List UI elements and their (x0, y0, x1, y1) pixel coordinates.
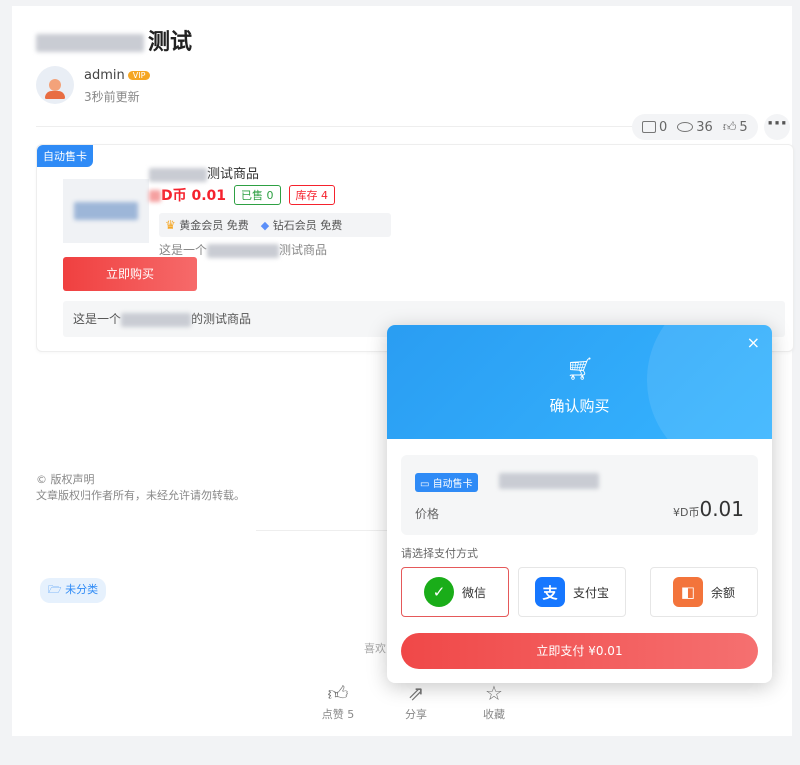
article-stats: 0 36 👍︎ 5 (632, 114, 758, 140)
price-value: 0.01 (191, 188, 227, 204)
desc-box-suffix: 的测试商品 (191, 312, 252, 326)
thumbs-up-icon: 👍︎ (327, 681, 349, 705)
sold-badge: 已售 0 (234, 185, 281, 205)
share-tip: 喜欢 (364, 642, 386, 655)
stock-badge: 库存 4 (288, 185, 336, 205)
cart-icon: 🛒︎ (566, 357, 594, 382)
redacted-thumbnail (74, 202, 138, 220)
pay-option-alipay[interactable]: 支支付宝 (518, 567, 626, 617)
pay-method-label: 请选择支付方式 (401, 547, 478, 560)
modal-header: × 🛒︎ 确认购买 (387, 325, 772, 439)
category-label: 未分类 (65, 583, 99, 596)
diamond-member-text: 钻石会员 免费 (272, 219, 343, 232)
pay-now-button[interactable]: 立即支付 ¥0.01 (401, 633, 758, 669)
copyright-notice: © 版权声明 文章版权归作者所有，未经允许请勿转载。 (36, 472, 245, 504)
folder-icon: 🗁︎ (48, 583, 66, 596)
more-button[interactable]: ··· (764, 114, 790, 140)
buy-now-button[interactable]: 立即购买 (63, 257, 197, 291)
category-tag[interactable]: 🗁︎ 未分类 (40, 578, 107, 603)
crown-icon: ♛ (165, 218, 176, 232)
redacted-desc-box (121, 312, 192, 327)
card-icon: ▭ (420, 479, 433, 490)
product-card: 自动售卡 测试商品 D币 0.01 已售 0 库存 4 ♛ 黄金会员 免费 ◆ … (36, 144, 794, 352)
copyright-title: © 版权声明 (36, 473, 95, 486)
product-name[interactable]: 测试商品 (149, 163, 259, 182)
author-name-row: admin VIP (84, 68, 151, 83)
redacted-currency (149, 190, 161, 202)
diamond-member-price: ◆ 钻石会员 免费 (261, 217, 342, 233)
updated-time: 3秒前更新 (84, 90, 140, 104)
modal-price-value: 0.01 (699, 497, 744, 521)
view-count: 36 (677, 120, 713, 135)
redacted-product-name (499, 473, 599, 489)
price-row: D币 0.01 已售 0 库存 4 (149, 185, 336, 205)
article-actions: 👍︎ 点赞 5 ⇗ 分享 ☆ 收藏 (316, 680, 516, 722)
like-label: 点赞 5 (321, 708, 355, 721)
gold-member-price: ♛ 黄金会员 免费 (165, 217, 249, 233)
product-thumbnail[interactable] (63, 179, 149, 243)
divider (36, 126, 636, 127)
alipay-label: 支付宝 (572, 585, 609, 600)
share-label: 分享 (405, 708, 427, 721)
wechat-label: 微信 (461, 585, 486, 600)
member-prices: ♛ 黄金会员 免费 ◆ 钻石会员 免费 (159, 213, 391, 237)
product-short-desc: 这是一个 测试商品 (159, 241, 327, 258)
author-name[interactable]: admin (84, 68, 125, 83)
pay-option-wechat[interactable]: ✓ 微信 (401, 567, 509, 617)
gold-member-text: 黄金会员 免费 (179, 219, 249, 232)
modal-price: ¥D币0.01 (673, 497, 744, 521)
product-tag: 自动售卡 (37, 145, 93, 167)
page-title: 测试 (36, 24, 192, 56)
modal-price-label: 价格 (415, 507, 440, 521)
like-count[interactable]: 👍︎ 5 (723, 120, 748, 135)
modal-product-box: ▭ 自动售卡 价格 ¥D币0.01 (401, 455, 758, 535)
alipay-icon: 支 (534, 577, 565, 607)
comment-count[interactable]: 0 (642, 120, 667, 135)
comment-icon (642, 121, 656, 133)
redacted-product-name (149, 167, 207, 182)
close-icon[interactable]: × (747, 333, 760, 352)
favorite-button[interactable]: ☆ 收藏 (472, 680, 516, 722)
like-button[interactable]: 👍︎ 点赞 5 (316, 680, 360, 722)
redacted-title (36, 34, 144, 52)
favorite-label: 收藏 (483, 708, 505, 721)
product-price: D币 0.01 (149, 185, 226, 205)
wechat-icon: ✓ (423, 577, 454, 607)
modal-product-tag: ▭ 自动售卡 (415, 473, 478, 492)
thumbs-up-icon: 👍︎ (722, 119, 737, 135)
modal-title: 确认购买 (549, 397, 610, 415)
star-icon: ☆ (485, 681, 503, 705)
redacted-desc (207, 243, 280, 258)
vip-badge: VIP (127, 71, 151, 80)
diamond-icon: ◆ (260, 219, 270, 232)
modal-price-currency: ¥D币 (673, 506, 700, 519)
avatar-face-icon (45, 79, 65, 99)
balance-label: 余额 (710, 585, 735, 600)
price-currency: D币 (161, 188, 187, 204)
desc-prefix: 这是一个 (159, 243, 208, 257)
copyright-text: 文章版权归作者所有，未经允许请勿转载。 (36, 489, 245, 502)
pay-option-balance[interactable]: ◧ 余额 (650, 567, 758, 617)
like-count-value: 5 (739, 119, 748, 135)
purchase-modal: × 🛒︎ 确认购买 ▭ 自动售卡 价格 ¥D币0.01 请选择支付方式 ✓ 微信 … (387, 325, 772, 683)
modal-product-tag-label: 自动售卡 (432, 479, 473, 490)
eye-icon (677, 122, 694, 132)
avatar[interactable] (36, 66, 74, 104)
desc-suffix: 测试商品 (279, 243, 328, 257)
comment-count-value: 0 (659, 119, 668, 135)
share-icon: ⇗ (407, 681, 425, 705)
wallet-icon: ◧ (672, 577, 703, 607)
share-button[interactable]: ⇗ 分享 (394, 680, 438, 722)
product-name-text: 测试商品 (207, 167, 260, 182)
desc-box-prefix: 这是一个 (73, 312, 122, 326)
page-title-text: 测试 (148, 30, 193, 55)
view-count-value: 36 (696, 119, 713, 135)
